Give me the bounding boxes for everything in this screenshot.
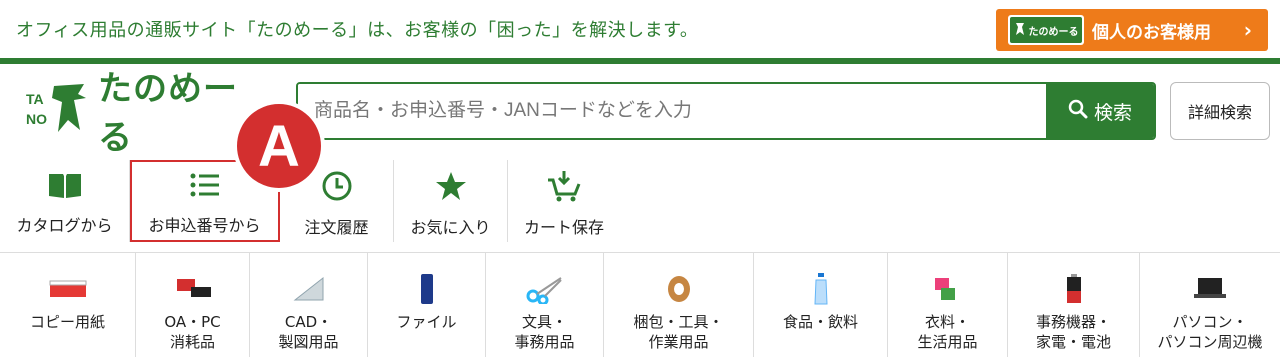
category-label: 衣料・ 生活用品 (917, 313, 978, 351)
advanced-search-button[interactable]: 詳細検索 (1170, 82, 1270, 140)
category-label: OA・PC 消耗品 (164, 313, 221, 351)
chevron-right-icon: › (1243, 18, 1252, 42)
category-label: パソコン・ パソコン周辺機 (1157, 313, 1263, 351)
battery-icon (1054, 271, 1094, 307)
category-clothing-living[interactable]: 衣料・ 生活用品 (888, 253, 1008, 357)
file-binder-icon (407, 271, 447, 307)
category-oa-pc[interactable]: OA・PC 消耗品 (136, 253, 250, 357)
tape-roll-icon (659, 271, 699, 307)
category-file[interactable]: ファイル (368, 253, 486, 357)
quicknav-saved-cart[interactable]: カート保存 (508, 160, 620, 242)
category-nav: コピー用紙 OA・PC 消耗品 CAD・ 製図用品 ファイル 文具・ 事務用品 … (0, 252, 1280, 357)
star-icon (435, 170, 467, 206)
clock-icon (321, 170, 353, 206)
search-button-label: 検索 (1093, 101, 1132, 124)
search-icon (1068, 99, 1088, 124)
category-copy-paper[interactable]: コピー用紙 (0, 253, 136, 357)
copy-paper-icon (48, 271, 88, 307)
site-tagline: オフィス用品の通販サイト「たのめーる」は、お客様の「困った」を解決します。 (16, 20, 699, 41)
mascot-logo-icon: TA NO (24, 80, 94, 140)
category-stationery[interactable]: 文具・ 事務用品 (486, 253, 604, 357)
mascot-icon (1014, 21, 1026, 40)
water-bottle-icon (801, 271, 841, 307)
personal-tanomail-logo: たのめーる (1008, 15, 1084, 45)
quicknav-catalog[interactable]: カタログから (0, 160, 130, 242)
category-label: ファイル (396, 313, 457, 331)
quicknav-label: カート保存 (523, 218, 604, 237)
cart-download-icon (546, 170, 582, 206)
category-label: 食品・飲料 (782, 313, 858, 331)
cups-icon (928, 271, 968, 307)
scissors-icon (525, 271, 565, 307)
site-logo[interactable]: TA NO たのめーる (24, 69, 264, 158)
category-label: CAD・ 製図用品 (278, 313, 339, 351)
personal-badge-text: たのめーる (1028, 26, 1079, 38)
search-input[interactable] (298, 84, 1046, 138)
search-button[interactable]: 検索 (1046, 84, 1154, 138)
quicknav-label: お気に入り (410, 218, 491, 237)
category-office-equipment[interactable]: 事務機器・ 家電・電池 (1008, 253, 1140, 357)
quicknav-label: お申込番号から (148, 216, 261, 235)
top-bar: オフィス用品の通販サイト「たのめーる」は、お客様の「困った」を解決します。 たの… (0, 0, 1280, 58)
toner-icon (173, 271, 213, 307)
search-bar: 検索 (296, 82, 1156, 140)
svg-text:NO: NO (26, 111, 47, 127)
laptop-icon (1190, 271, 1230, 307)
personal-customer-button[interactable]: たのめーる 個人のお客様用 › (996, 9, 1268, 51)
quicknav-label: 注文履歴 (304, 218, 369, 237)
category-packing-tools[interactable]: 梱包・工具・ 作業用品 (604, 253, 754, 357)
triangle-ruler-icon (289, 271, 329, 307)
category-label: 梱包・工具・ 作業用品 (633, 313, 724, 351)
personal-button-label: 個人のお客様用 (1092, 22, 1211, 43)
category-cad[interactable]: CAD・ 製図用品 (250, 253, 368, 357)
category-food-drink[interactable]: 食品・飲料 (754, 253, 888, 357)
category-label: コピー用紙 (29, 313, 105, 331)
list-icon (189, 170, 221, 204)
annotation-marker-a: A (233, 100, 325, 192)
quicknav-favorites[interactable]: お気に入り (394, 160, 508, 242)
quicknav-label: カタログから (16, 216, 113, 235)
category-label: 文具・ 事務用品 (514, 313, 575, 351)
category-pc-peripherals[interactable]: パソコン・ パソコン周辺機 (1140, 253, 1280, 357)
book-icon (47, 170, 83, 204)
svg-text:TA: TA (26, 91, 44, 107)
category-label: 事務機器・ 家電・電池 (1035, 313, 1111, 351)
